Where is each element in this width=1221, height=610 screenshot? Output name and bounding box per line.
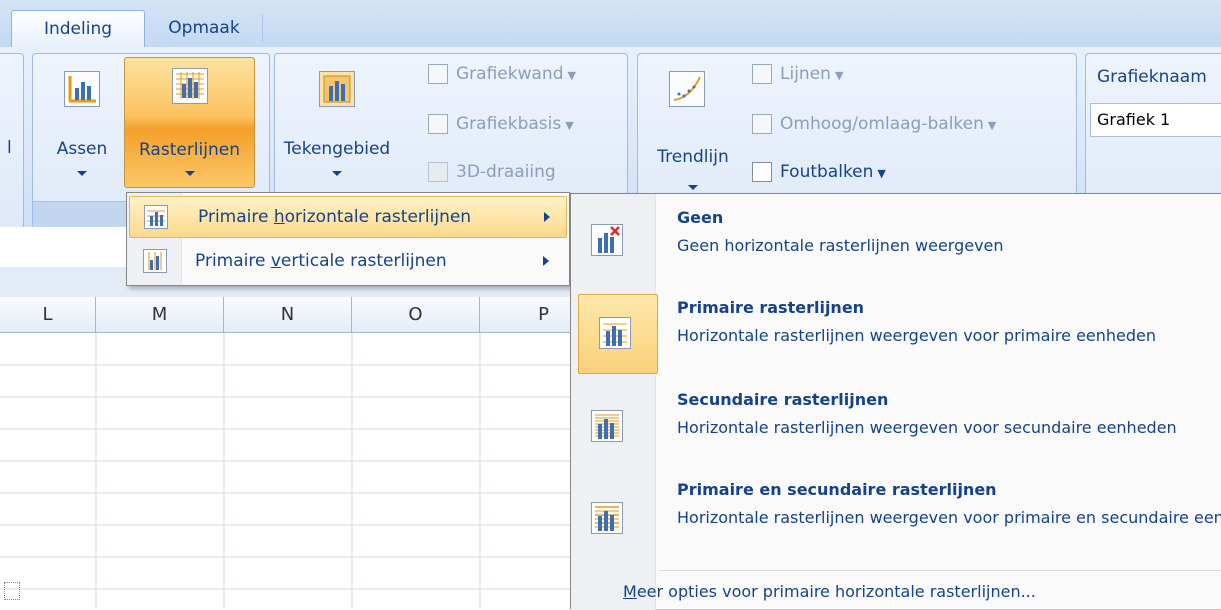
rasterlijnen-label: Rasterlijnen (138, 140, 240, 160)
column-header[interactable]: M (96, 297, 224, 333)
ribbon-tab-strip: Indeling Opmaak (0, 0, 1221, 48)
submenu-arrow-icon (544, 212, 550, 222)
foutbalken-button[interactable]: Foutbalken ▼ (752, 157, 886, 187)
horizontale-rasterlijnen-menu: Geen Geen horizontale rasterlijnen weerg… (570, 193, 1221, 610)
chevron-down-icon (77, 171, 87, 176)
option-description: Horizontale rasterlijnen weergeven voor … (677, 326, 1157, 345)
ribbon-group-stub: l (0, 53, 24, 229)
option-title: Geen (677, 208, 724, 227)
column-header[interactable]: O (352, 297, 480, 333)
cell-grid[interactable] (0, 333, 620, 609)
primary-gridlines-icon (599, 317, 631, 349)
meer-opties-label: Meer opties voor primaire horizontale ra… (623, 582, 1036, 601)
stub-label: l (7, 138, 12, 158)
grafiekbasis-button[interactable]: Grafiekbasis ▼ (428, 109, 574, 139)
option-secundaire[interactable]: Secundaire rasterlijnen Horizontale rast… (571, 382, 1221, 474)
chart-wall-icon (428, 64, 448, 84)
chevron-down-icon (688, 185, 698, 190)
gridlines-icon (172, 68, 208, 104)
trendline-icon (669, 71, 705, 107)
vertical-gridlines-icon (143, 249, 167, 273)
chevron-down-icon (332, 171, 342, 176)
menu-item-primaire-verticale[interactable]: Primaire verticale rasterlijnen (127, 241, 569, 283)
grafieknaam-input[interactable]: Grafiek 1 (1090, 103, 1221, 137)
option-title: Secundaire rasterlijnen (677, 390, 889, 409)
primary-secondary-gridlines-icon (591, 502, 623, 534)
grafiekwand-button[interactable]: Grafiekwand ▼ (428, 59, 576, 89)
column-header[interactable]: L (0, 297, 96, 333)
grafieknaam-label: Grafieknaam (1097, 67, 1207, 87)
option-primaire-en-secundaire[interactable]: Primaire en secundaire rasterlijnen Hori… (571, 474, 1221, 566)
menu-separator (659, 570, 1221, 571)
tab-indeling[interactable]: Indeling (11, 10, 145, 47)
3d-draaiing-button[interactable]: 3D-draaiing (428, 157, 556, 187)
option-description: Horizontale rasterlijnen weergeven voor … (677, 418, 1177, 437)
option-description: Geen horizontale rasterlijnen weergeven (677, 236, 1004, 255)
option-title: Primaire en secundaire rasterlijnen (677, 480, 997, 499)
rasterlijnen-menu: Primaire horizontale rasterlijnen Primai… (126, 192, 570, 286)
3d-rotation-icon (428, 162, 448, 182)
up-down-bars-icon (752, 114, 772, 134)
option-primaire[interactable]: Primaire rasterlijnen Horizontale raster… (571, 290, 1221, 382)
tab-opmaak[interactable]: Opmaak (146, 10, 262, 47)
assen-button[interactable]: Assen (46, 63, 118, 183)
horizontal-gridlines-icon (144, 205, 168, 229)
secondary-gridlines-icon (591, 410, 623, 442)
error-bars-icon (752, 162, 772, 182)
menu-item-label: Primaire verticale rasterlijnen (195, 251, 447, 271)
omhoog-omlaag-balken-button[interactable]: Omhoog/omlaag-balken ▼ (752, 109, 996, 139)
axes-icon (64, 71, 100, 107)
option-geen[interactable]: Geen Geen horizontale rasterlijnen weerg… (571, 194, 1221, 286)
plot-area-icon (319, 71, 355, 107)
tekengebied-label: Tekengebied (283, 139, 391, 159)
chart-floor-icon (428, 114, 448, 134)
tekengebied-button[interactable]: Tekengebied (282, 63, 392, 183)
sheet-corner-icon (4, 582, 20, 600)
submenu-arrow-icon (543, 256, 549, 266)
lines-icon (752, 64, 772, 84)
no-gridlines-icon (591, 224, 623, 256)
option-title: Primaire rasterlijnen (677, 298, 865, 317)
option-description: Horizontale rasterlijnen weergeven voor … (677, 508, 1221, 527)
rasterlijnen-button[interactable]: Rasterlijnen (124, 57, 255, 188)
tab-separator (262, 14, 263, 42)
trendlijn-button[interactable]: Trendlijn (645, 63, 741, 193)
trendlijn-label: Trendlijn (657, 147, 729, 167)
column-header[interactable]: N (224, 297, 352, 333)
meer-opties-item[interactable]: Meer opties voor primaire horizontale ra… (571, 572, 1221, 610)
lijnen-button[interactable]: Lijnen ▼ (752, 59, 843, 89)
menu-item-primaire-horizontale[interactable]: Primaire horizontale rasterlijnen (129, 196, 567, 238)
menu-item-label: Primaire horizontale rasterlijnen (198, 207, 472, 227)
assen-label: Assen (56, 139, 108, 159)
chevron-down-icon (185, 171, 195, 176)
